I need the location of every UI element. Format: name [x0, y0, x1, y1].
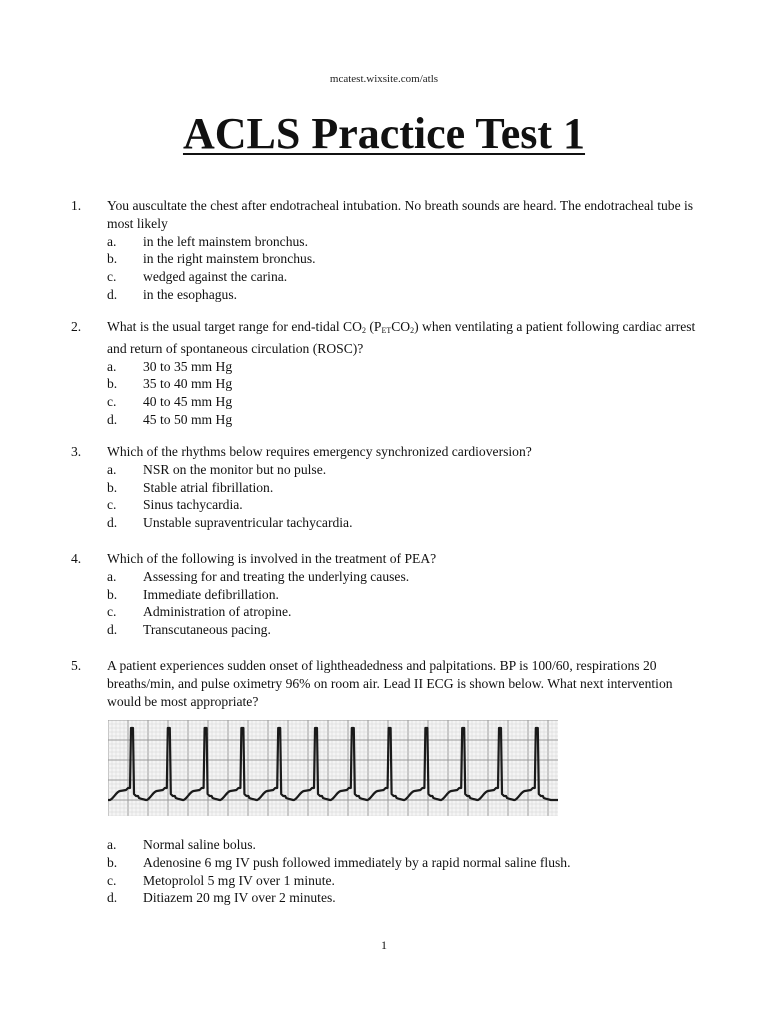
question-2: 2. What is the usual target range for en…	[71, 318, 701, 429]
page-title-text: ACLS Practice Test 1	[182, 109, 586, 158]
question-number: 2.	[71, 319, 82, 334]
option-text: Ditiazem 20 mg IV over 2 minutes.	[143, 890, 336, 906]
option-letter: d.	[107, 411, 118, 427]
page-number: 1	[381, 938, 387, 952]
option-c: c. Administration of atropine.	[107, 603, 701, 621]
option-text: in the left mainstem bronchus.	[143, 233, 308, 249]
option-letter: d.	[107, 515, 118, 531]
option-text: 30 to 35 mm Hg	[143, 358, 233, 374]
option-b: b. Adenosine 6 mg IV push followed immedi…	[107, 854, 701, 872]
option-c: c. wedged against the carina.	[107, 268, 701, 286]
option-c: c. 40 to 45 mm Hg	[107, 393, 701, 411]
option-text: Unstable supraventricular tachycardia.	[143, 515, 353, 531]
option-text: 40 to 45 mm Hg	[143, 394, 233, 410]
option-letter: a.	[107, 461, 117, 477]
option-c: c. Metoprolol 5 mg IV over 1 minute.	[107, 872, 701, 890]
option-b: b. 35 to 40 mm Hg	[107, 375, 701, 393]
option-letter: d.	[107, 890, 118, 906]
option-a: a. 30 to 35 mm Hg	[107, 358, 701, 376]
option-letter: c.	[107, 872, 117, 888]
option-letter: b.	[107, 854, 118, 870]
option-text: NSR on the monitor but no pulse.	[143, 461, 327, 477]
question-number: 3.	[71, 444, 82, 459]
question-5: 5. A patient experiences sudden onset of…	[71, 657, 701, 710]
option-letter: b.	[107, 376, 118, 392]
option-text: Sinus tachycardia.	[143, 497, 243, 513]
option-b: b. Stable atrial fibrillation.	[107, 479, 701, 497]
option-text: in the right mainstem bronchus.	[143, 251, 316, 267]
option-d: d. Transcutaneous pacing.	[107, 621, 701, 639]
question-3: 3. Which of the rhythms below requires e…	[71, 443, 701, 532]
subscript: ET	[381, 326, 392, 335]
question-text: You auscultate the chest after endotrach…	[107, 198, 694, 231]
options-list: a. Normal saline bolus. b. Adenosine 6 mg …	[107, 836, 701, 907]
option-letter: b.	[107, 251, 118, 267]
question-1: 1. You auscultate the chest after endotr…	[71, 197, 701, 304]
option-text: Assessing for and treating the underlyin…	[143, 568, 410, 584]
option-a: a. in the left mainstem bronchus.	[107, 233, 701, 251]
option-a: a. Assessing for and treating the underly…	[107, 568, 701, 586]
option-a: a. Normal saline bolus.	[107, 836, 701, 854]
option-letter: c.	[107, 394, 117, 410]
question-text-part: CO	[391, 319, 411, 334]
option-text: 35 to 40 mm Hg	[143, 376, 233, 392]
option-d: d. 45 to 50 mm Hg	[107, 411, 701, 429]
option-d: d. Ditiazem 20 mg IV over 2 minutes.	[107, 889, 701, 907]
option-text: Transcutaneous pacing.	[143, 622, 271, 638]
option-letter: d.	[107, 622, 118, 638]
option-letter: b.	[107, 586, 118, 602]
option-letter: c.	[107, 497, 117, 513]
option-letter: a.	[107, 568, 117, 584]
option-text: Adenosine 6 mg IV push followed immediat…	[143, 854, 571, 870]
option-letter: a.	[107, 837, 117, 852]
question-text: What is the usual target range for end-t…	[107, 318, 701, 358]
option-b: b. in the right mainstem bronchus.	[107, 250, 701, 268]
option-text: wedged against the carina.	[143, 269, 288, 285]
question-4: 4. Which of the following is involved in…	[71, 550, 701, 639]
option-letter: b.	[107, 479, 118, 495]
header-url: mcatest.wixsite.com/atls	[329, 73, 439, 85]
question-5-options: a. Normal saline bolus. b. Adenosine 6 mg …	[71, 836, 701, 907]
question-number: 1.	[71, 198, 82, 213]
option-letter: c.	[107, 269, 117, 285]
page-title: ACLS Practice Test 1	[0, 108, 768, 160]
option-letter: a.	[107, 233, 117, 249]
option-text: Immediate defibrillation.	[143, 586, 279, 602]
option-text: Normal saline bolus.	[143, 837, 256, 852]
option-letter: c.	[107, 604, 117, 620]
options-list: a. in the left mainstem bronchus. b. in th…	[107, 233, 701, 304]
option-b: b. Immediate defibrillation.	[107, 586, 701, 604]
ecg-grid	[108, 720, 558, 816]
options-list: a. Assessing for and treating the underly…	[107, 568, 701, 639]
option-text: Metoprolol 5 mg IV over 1 minute.	[143, 872, 335, 888]
question-text-part: What is the usual target range for end-t…	[107, 319, 362, 334]
question-number: 5.	[71, 658, 82, 673]
option-d: d. Unstable supraventricular tachycardia.	[107, 514, 701, 532]
option-letter: a.	[107, 358, 117, 374]
ecg-strip-image	[108, 720, 558, 816]
option-d: d. in the esophagus.	[107, 286, 701, 304]
options-list: a. NSR on the monitor but no pulse. b. Sta…	[107, 461, 701, 532]
question-text: Which of the following is involved in th…	[107, 551, 437, 566]
question-text: Which of the rhythms below requires emer…	[107, 444, 532, 459]
option-text: in the esophagus.	[143, 286, 238, 302]
options-list: a. 30 to 35 mm Hg b. 35 to 40 mm Hg c. 40 t…	[107, 358, 701, 429]
option-letter: d.	[107, 286, 118, 302]
option-text: Stable atrial fibrillation.	[143, 479, 274, 495]
option-text: 45 to 50 mm Hg	[143, 411, 233, 427]
option-a: a. NSR on the monitor but no pulse.	[107, 461, 701, 479]
question-text: A patient experiences sudden onset of li…	[107, 658, 673, 709]
option-text: Administration of atropine.	[143, 604, 292, 620]
question-text-part: (P	[365, 319, 382, 334]
option-c: c. Sinus tachycardia.	[107, 496, 701, 514]
question-number: 4.	[71, 551, 82, 566]
